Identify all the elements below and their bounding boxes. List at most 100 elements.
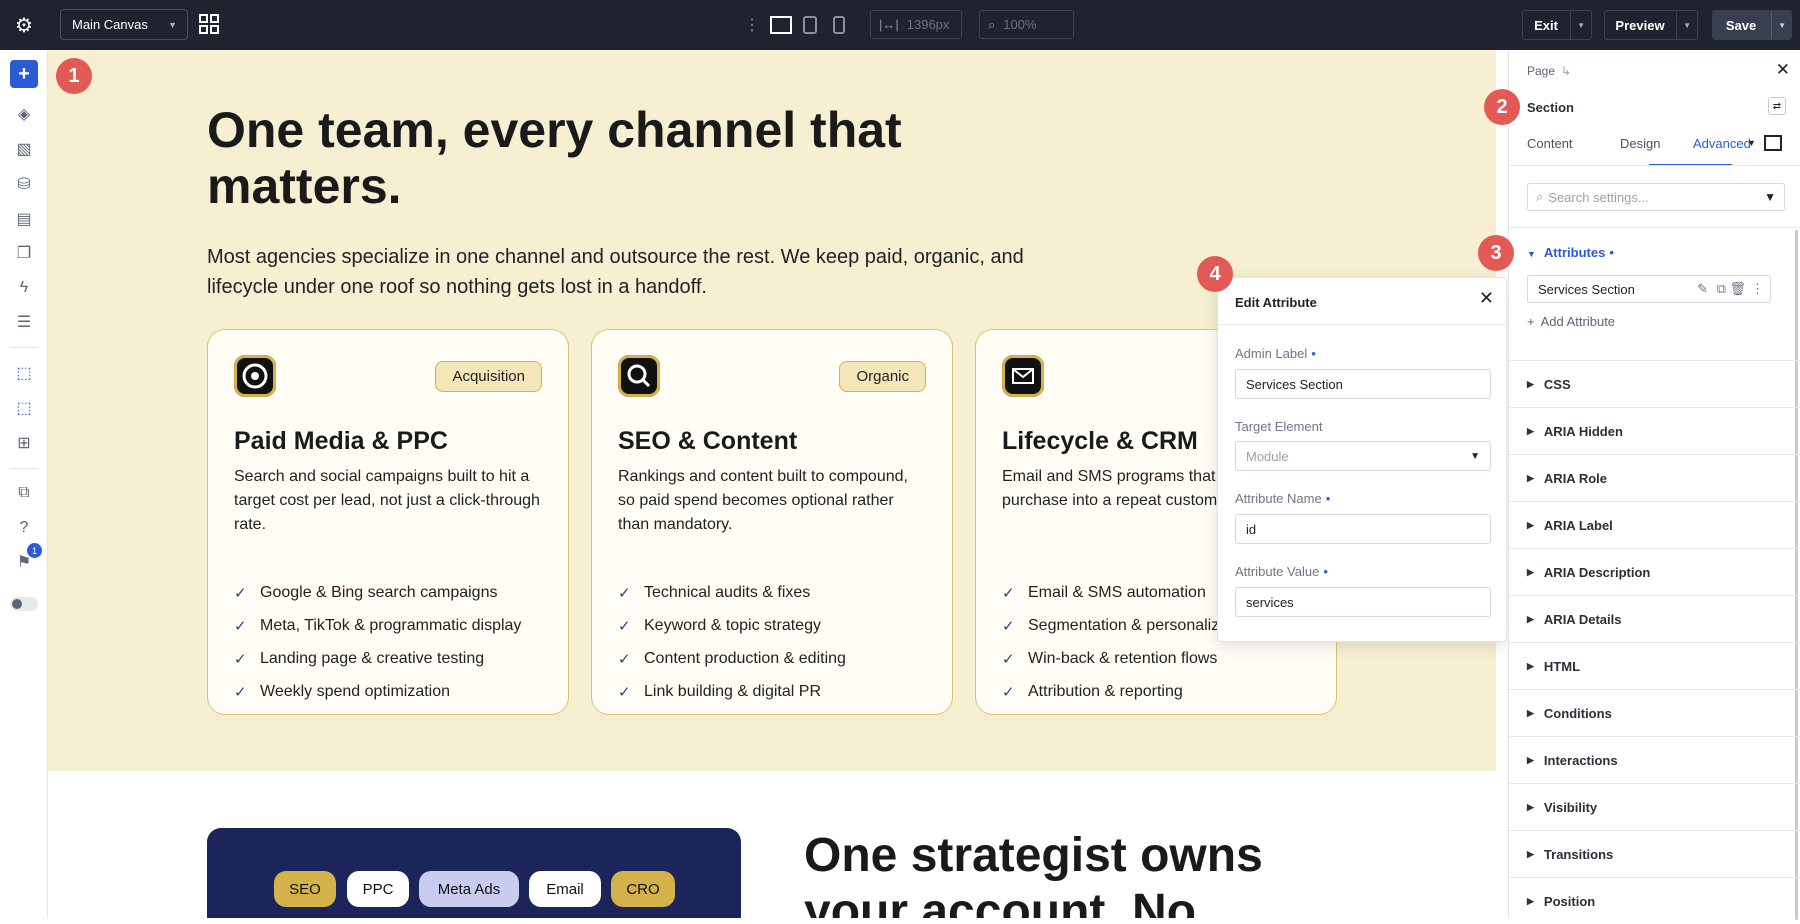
theme-builder-icon[interactable]: ⬚ [10, 359, 38, 387]
layers-icon[interactable]: ◈ [10, 100, 38, 128]
expanded-triangle-icon: ▼ [1527, 249, 1536, 259]
help-icon[interactable]: ? [10, 514, 38, 542]
group-label: Transitions [1543, 846, 1614, 862]
search-divider [1509, 227, 1800, 228]
group-aria-role[interactable]: ▶ ARIA Role [1509, 454, 1800, 501]
modal-divider [1218, 324, 1508, 325]
group-aria-hidden[interactable]: ▶ ARIA Hidden [1509, 407, 1800, 454]
exit-dropdown-icon[interactable]: ▼ [1570, 11, 1585, 39]
check-icon: ✓ [1002, 650, 1015, 668]
mode-toggle[interactable] [10, 597, 38, 611]
admin-label-input[interactable]: Services Section [1235, 369, 1491, 399]
attribute-name-input[interactable]: id [1235, 514, 1491, 544]
group-transitions[interactable]: ▶ Transitions [1509, 830, 1800, 877]
template-icon[interactable]: ⬚ [10, 394, 38, 422]
group-conditions[interactable]: ▶ Conditions [1509, 689, 1800, 736]
settings-gear-icon[interactable]: ⚙ [10, 11, 38, 39]
global-layout-icon[interactable]: ⊞ [10, 429, 38, 457]
group-label: ARIA Hidden [1543, 423, 1623, 439]
view-mode-icon[interactable] [1764, 135, 1782, 151]
collapsed-triangle-icon: ▶ [1527, 707, 1534, 718]
list-item-label: Email & SMS automation [1028, 583, 1206, 601]
more-icon[interactable]: ⋮ [1751, 281, 1764, 297]
preview-dropdown-icon[interactable]: ▼ [1676, 11, 1691, 39]
channel-pill: PPC [347, 871, 409, 907]
list-item-label: Keyword & topic strategy [644, 616, 821, 634]
list-item: ✓ Google & Bing search campaigns [234, 576, 521, 609]
check-icon: ✓ [234, 683, 247, 701]
database-icon[interactable]: ⛁ [10, 170, 38, 198]
tab-content[interactable]: Content [1527, 136, 1573, 151]
grid-layout-icon[interactable] [198, 13, 220, 35]
add-attribute-button[interactable]: + Add Attribute [1527, 314, 1615, 329]
card-feature-list: ✓ Technical audits & fixes ✓ Keyword & top… [618, 576, 846, 708]
delete-icon[interactable]: 🗑 [1729, 281, 1746, 297]
group-position[interactable]: ▶ Position [1509, 877, 1800, 924]
group-interactions[interactable]: ▶ Interactions [1509, 736, 1800, 783]
collapsed-triangle-icon: ▶ [1527, 378, 1534, 389]
desktop-view-icon[interactable] [768, 13, 794, 37]
notifications-icon[interactable]: ⚑ 1 [10, 543, 42, 576]
check-icon: ✓ [618, 683, 631, 701]
width-icon: |↔| [879, 17, 899, 32]
phone-view-icon[interactable] [827, 13, 851, 37]
tablet-view-icon[interactable] [798, 13, 822, 37]
collapsed-triangle-icon: ▶ [1527, 566, 1534, 577]
lightning-icon[interactable]: ϟ [10, 274, 38, 302]
group-label: ARIA Label [1543, 517, 1613, 533]
close-panel-icon[interactable]: ✕ [1776, 60, 1790, 80]
check-icon: ✓ [234, 617, 247, 635]
filter-icon[interactable]: ▼ [1764, 190, 1776, 204]
group-aria-description[interactable]: ▶ ARIA Description [1509, 548, 1800, 595]
group-aria-label[interactable]: ▶ ARIA Label [1509, 501, 1800, 548]
tab-design[interactable]: Design [1620, 136, 1660, 151]
notification-count: 1 [27, 543, 42, 558]
portability-icon[interactable]: ⧉ [10, 479, 38, 507]
forms-icon[interactable]: ▤ [10, 205, 38, 233]
service-card-paid[interactable]: Acquisition Paid Media & PPC Search and … [207, 329, 569, 715]
check-icon: ✓ [618, 650, 631, 668]
dot-icon: • [1609, 245, 1614, 260]
width-input[interactable]: |↔| 1396px [870, 10, 962, 39]
group-html[interactable]: ▶ HTML [1509, 642, 1800, 689]
exit-button[interactable]: Exit ▼ [1522, 10, 1592, 40]
group-aria-details[interactable]: ▶ ARIA Details [1509, 595, 1800, 642]
list-item-label: Content production & editing [644, 649, 846, 667]
design-library-icon[interactable]: ▧ [10, 135, 38, 163]
hero-title: One team, every channel that matters. [207, 102, 902, 214]
settings-sliders-icon[interactable]: ☰ [10, 308, 38, 336]
attribute-name-label: Attribute Name • [1235, 491, 1330, 506]
attribute-item[interactable]: Services Section ✎ ⧉ 🗑 ⋮ [1527, 275, 1771, 303]
duplicate-icon[interactable]: ⧉ [1717, 281, 1726, 297]
list-item-label: Segmentation & personaliz [1028, 616, 1220, 634]
search-input[interactable]: ⌕ Search settings... ▼ [1527, 183, 1785, 211]
canvas-select[interactable]: Main Canvas ▼ [60, 9, 188, 40]
pages-icon[interactable]: ❐ [10, 239, 38, 267]
attribute-value-input[interactable]: services [1235, 587, 1491, 617]
group-label: Visibility [1543, 799, 1598, 815]
search-placeholder: Search settings... [1548, 189, 1649, 205]
card-title: Lifecycle & CRM [1002, 427, 1198, 455]
edit-icon[interactable]: ✎ [1697, 281, 1708, 297]
target-element-select[interactable]: Module ▼ [1235, 441, 1491, 471]
save-dropdown-icon[interactable]: ▼ [1771, 11, 1786, 39]
canvas-select-value: Main Canvas [72, 17, 148, 32]
breadcrumb[interactable]: Page ↳ [1527, 64, 1571, 78]
group-label: CSS [1543, 376, 1571, 392]
attributes-group-header[interactable]: ▼ Attributes • [1527, 245, 1614, 260]
attribute-item-label: Services Section [1538, 281, 1635, 297]
group-css[interactable]: ▶ CSS [1509, 360, 1800, 407]
preview-button[interactable]: Preview ▼ [1604, 10, 1698, 40]
tabs-dropdown-icon[interactable]: ▼ [1747, 138, 1756, 148]
add-element-button[interactable]: + [10, 60, 38, 88]
group-visibility[interactable]: ▶ Visibility [1509, 783, 1800, 830]
tab-advanced[interactable]: Advanced [1693, 136, 1751, 151]
tabs-divider [1509, 165, 1800, 166]
more-vertical-icon[interactable]: ⋮ [744, 14, 760, 36]
service-card-seo[interactable]: Organic SEO & Content Rankings and conte… [591, 329, 953, 715]
zoom-input[interactable]: ⌕ 100% [979, 10, 1074, 39]
save-button[interactable]: Save ▼ [1712, 10, 1792, 40]
dot-icon: • [1325, 491, 1331, 506]
close-icon[interactable]: ✕ [1479, 288, 1494, 309]
presets-icon[interactable]: ⇄ [1768, 97, 1786, 115]
